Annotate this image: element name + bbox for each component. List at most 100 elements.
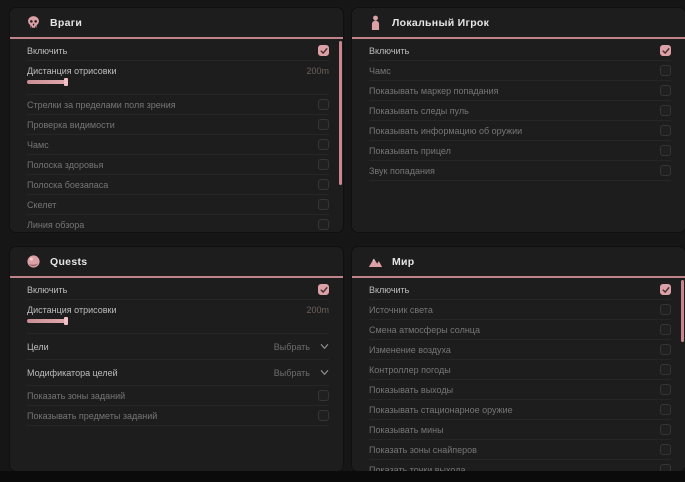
setting-row-toggle[interactable]: Изменение воздуха xyxy=(369,340,671,360)
setting-row-toggle[interactable]: Контроллер погоды xyxy=(369,360,671,380)
setting-row-toggle[interactable]: Чамс xyxy=(27,135,329,155)
setting-row-toggle[interactable]: Показывать мины xyxy=(369,420,671,440)
panel-title: Враги xyxy=(50,17,82,29)
setting-label: Показывать выходы xyxy=(369,385,453,395)
checkbox[interactable] xyxy=(660,125,671,136)
setting-label: Звук попадания xyxy=(369,166,435,176)
setting-row-select[interactable]: Цели Выбрать xyxy=(27,334,329,360)
setting-row-toggle[interactable]: Включить xyxy=(27,280,329,300)
panel-scrollbar[interactable] xyxy=(681,280,684,342)
setting-row-toggle[interactable]: Полоска боезапаса xyxy=(27,175,329,195)
checkbox[interactable] xyxy=(660,384,671,395)
setting-row-toggle[interactable]: Линия обзора xyxy=(27,215,329,232)
checkbox[interactable] xyxy=(660,444,671,455)
setting-label: Показывать прицел xyxy=(369,146,451,156)
checkbox[interactable] xyxy=(660,424,671,435)
checkbox[interactable] xyxy=(318,199,329,210)
setting-row-toggle[interactable]: Показывать выходы xyxy=(369,380,671,400)
checkbox[interactable] xyxy=(660,404,671,415)
setting-row-toggle[interactable]: Стрелки за пределами поля зрения xyxy=(27,95,329,115)
checkbox[interactable] xyxy=(660,464,671,471)
setting-row-toggle[interactable]: Источник света xyxy=(369,300,671,320)
setting-label: Включить xyxy=(369,285,409,295)
setting-row-toggle[interactable]: Скелет xyxy=(27,195,329,215)
checkbox[interactable] xyxy=(660,145,671,156)
setting-row-toggle[interactable]: Чамс xyxy=(369,61,671,81)
slider-fill xyxy=(27,319,66,323)
setting-row-toggle[interactable]: Полоска здоровья xyxy=(27,155,329,175)
setting-row-toggle[interactable]: Проверка видимости xyxy=(27,115,329,135)
setting-row-toggle[interactable]: Показывать прицел xyxy=(369,141,671,161)
panel-quests: QuestsВключить Дистанция отрисовки 200m Цел… xyxy=(10,247,343,471)
setting-row-toggle[interactable]: Показывать стационарное оружие xyxy=(369,400,671,420)
checkbox[interactable] xyxy=(318,179,329,190)
panel-header-world: Мир xyxy=(352,247,685,278)
setting-row-toggle[interactable]: Показать точки выхода xyxy=(369,460,671,471)
checkbox[interactable] xyxy=(660,304,671,315)
slider-fill xyxy=(27,80,66,84)
checkbox[interactable] xyxy=(318,410,329,421)
select-value: Выбрать xyxy=(274,368,310,378)
setting-row-toggle[interactable]: Показывать следы пуль xyxy=(369,101,671,121)
setting-row-toggle[interactable]: Включить xyxy=(369,280,671,300)
checkbox[interactable] xyxy=(660,324,671,335)
setting-row-toggle[interactable]: Показывать предметы заданий xyxy=(27,406,329,426)
bottom-strip xyxy=(0,471,685,482)
checkbox[interactable] xyxy=(660,65,671,76)
setting-label: Проверка видимости xyxy=(27,120,115,130)
panel-scrollbar[interactable] xyxy=(339,41,342,185)
panel-title: Локальный Игрок xyxy=(392,17,489,29)
setting-label: Включить xyxy=(369,46,409,56)
setting-label: Чамс xyxy=(27,140,49,150)
slider-thumb[interactable] xyxy=(64,78,68,86)
check-icon xyxy=(658,282,673,297)
panel-title: Мир xyxy=(392,256,415,268)
checkbox[interactable] xyxy=(318,99,329,110)
checkbox[interactable] xyxy=(660,165,671,176)
setting-row-select[interactable]: Модификатора целейВыбрать xyxy=(27,360,329,386)
setting-row-toggle[interactable]: Включить xyxy=(27,41,329,61)
checkbox[interactable] xyxy=(660,105,671,116)
checkbox[interactable] xyxy=(660,45,671,56)
setting-row-slider: Дистанция отрисовки 200m xyxy=(27,300,329,334)
setting-label: Цели xyxy=(27,342,49,352)
select-control[interactable]: Выбрать xyxy=(274,342,329,352)
setting-row-toggle[interactable]: Показывать информацию об оружии xyxy=(369,121,671,141)
checkbox[interactable] xyxy=(318,159,329,170)
panel-enemies: Враги ВключитьДистанция отрисовки200mСтре… xyxy=(10,8,343,232)
setting-label: Контроллер погоды xyxy=(369,365,451,375)
panel-body-quests: Включить Дистанция отрисовки 200m Цели Выбра… xyxy=(10,278,343,426)
setting-row-toggle[interactable]: Показать зоны заданий xyxy=(27,386,329,406)
checkbox[interactable] xyxy=(660,344,671,355)
panel-local-player: Локальный Игрок Включить Чамс Показывать ма… xyxy=(352,8,685,232)
checkbox[interactable] xyxy=(318,119,329,130)
slider-value: 200m xyxy=(306,305,329,315)
checkbox[interactable] xyxy=(660,284,671,295)
setting-row-toggle[interactable]: Смена атмосферы солнца xyxy=(369,320,671,340)
setting-label: Чамс xyxy=(369,66,391,76)
setting-row-toggle[interactable]: Показать зоны снайперов xyxy=(369,440,671,460)
select-control[interactable]: Выбрать xyxy=(274,368,329,378)
checkbox[interactable] xyxy=(660,85,671,96)
checkbox[interactable] xyxy=(660,364,671,375)
panel-header-quests: Quests xyxy=(10,247,343,278)
setting-row-slider: Дистанция отрисовки200m xyxy=(27,61,329,95)
checkbox[interactable] xyxy=(318,219,329,230)
setting-row-toggle[interactable]: Включить xyxy=(369,41,671,61)
setting-row-toggle[interactable]: Звук попадания xyxy=(369,161,671,181)
select-value: Выбрать xyxy=(274,342,310,352)
checkbox[interactable] xyxy=(318,390,329,401)
checkbox[interactable] xyxy=(318,284,329,295)
setting-label: Дистанция отрисовки xyxy=(27,305,117,315)
setting-label: Дистанция отрисовки xyxy=(27,66,117,76)
setting-label: Полоска боезапаса xyxy=(27,180,108,190)
setting-row-toggle[interactable]: Показывать маркер попадания xyxy=(369,81,671,101)
setting-label: Показывать информацию об оружии xyxy=(369,126,522,136)
setting-label: Изменение воздуха xyxy=(369,345,451,355)
slider-track[interactable] xyxy=(27,80,329,84)
slider-thumb[interactable] xyxy=(64,317,68,325)
slider-track[interactable] xyxy=(27,319,329,323)
checkbox[interactable] xyxy=(318,139,329,150)
checkbox[interactable] xyxy=(318,45,329,56)
setting-label: Показывать мины xyxy=(369,425,444,435)
